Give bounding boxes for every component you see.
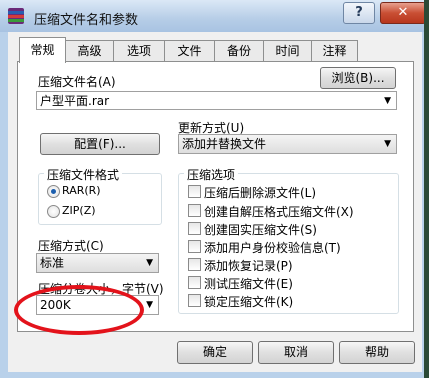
tab-label: 高级 <box>77 44 102 58</box>
tab-label: 文件 <box>177 44 202 58</box>
method-value: 标准 <box>40 256 65 270</box>
tab-files[interactable]: 文件 <box>164 40 215 62</box>
profiles-button[interactable]: 配置(F)... <box>40 133 160 155</box>
update-mode-value: 添加并替换文件 <box>182 137 267 151</box>
authenticity-checkbox[interactable] <box>188 240 201 253</box>
tab-general[interactable]: 常规 <box>19 37 66 63</box>
close-icon: ✕ <box>397 5 409 20</box>
tab-label: 注释 <box>322 44 347 58</box>
method-select[interactable]: 标准 ▼ <box>36 253 159 273</box>
archive-name-value: 户型平面.rar <box>40 94 110 108</box>
method-label: 压缩方式(C) <box>38 239 104 253</box>
test-archive-checkbox[interactable] <box>188 276 201 289</box>
help-button[interactable]: 帮助 <box>339 341 415 364</box>
archive-name-label: 压缩文件名(A) <box>38 75 116 89</box>
tab-comment[interactable]: 注释 <box>311 40 358 62</box>
title-bar[interactable]: 压缩文件名和参数 ? ✕ <box>0 0 429 32</box>
red-annotation-ellipse <box>14 285 144 335</box>
close-button[interactable]: ✕ <box>380 2 426 24</box>
test-archive-label[interactable]: 测试压缩文件(E) <box>204 275 293 292</box>
tab-label: 时间 <box>275 44 300 58</box>
lock-archive-checkbox[interactable] <box>188 294 201 307</box>
cancel-button[interactable]: 取消 <box>258 341 334 364</box>
window-title: 压缩文件名和参数 <box>34 13 139 28</box>
question-icon: ? <box>355 5 363 20</box>
rar-radio[interactable] <box>47 185 60 198</box>
dropdown-arrow-icon[interactable]: ▼ <box>384 135 391 154</box>
tab-options[interactable]: 选项 <box>113 40 165 62</box>
archive-options-label: 压缩选项 <box>184 166 239 183</box>
help-caption-button[interactable]: ? <box>343 2 375 24</box>
tab-backup[interactable]: 备份 <box>214 40 264 62</box>
ok-button[interactable]: 确定 <box>177 341 253 364</box>
sfx-checkbox[interactable] <box>188 204 201 217</box>
tab-advanced[interactable]: 高级 <box>65 40 114 62</box>
archive-format-label: 压缩文件格式 <box>44 166 123 183</box>
solid-label[interactable]: 创建固实压缩文件(S) <box>204 221 317 238</box>
rar-radio-label[interactable]: RAR(R) <box>62 184 101 197</box>
tab-label: 备份 <box>226 44 251 58</box>
browse-button[interactable]: 浏览(B)... <box>320 67 396 89</box>
lock-archive-label[interactable]: 锁定压缩文件(K) <box>204 293 293 310</box>
solid-checkbox[interactable] <box>188 222 201 235</box>
update-mode-select[interactable]: 添加并替换文件 ▼ <box>178 134 397 154</box>
delete-after-checkbox[interactable] <box>188 185 201 198</box>
zip-radio[interactable] <box>47 205 60 218</box>
dropdown-arrow-icon[interactable]: ▼ <box>384 92 391 110</box>
dropdown-arrow-icon[interactable]: ▼ <box>146 254 153 273</box>
delete-after-label[interactable]: 压缩后删除源文件(L) <box>204 184 316 201</box>
zip-radio-label[interactable]: ZIP(Z) <box>62 204 96 217</box>
dropdown-arrow-icon[interactable]: ▼ <box>146 296 153 315</box>
recovery-record-label[interactable]: 添加恢复记录(P) <box>204 257 293 274</box>
tab-label: 常规 <box>30 43 55 57</box>
desktop-background-strip <box>424 0 429 378</box>
tab-time[interactable]: 时间 <box>263 40 312 62</box>
recovery-record-checkbox[interactable] <box>188 258 201 271</box>
tab-label: 选项 <box>126 44 151 58</box>
archive-name-combo[interactable]: 户型平面.rar ▼ <box>36 91 397 110</box>
authenticity-label[interactable]: 添加用户身份校验信息(T) <box>204 239 341 256</box>
sfx-label[interactable]: 创建自解压格式压缩文件(X) <box>204 203 354 220</box>
winrar-icon <box>7 7 25 25</box>
